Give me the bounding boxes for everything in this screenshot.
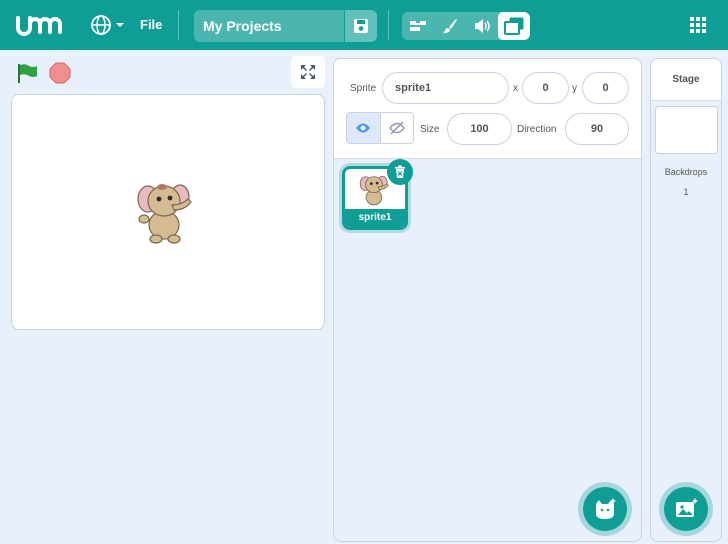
fullscreen-button[interactable]	[291, 56, 325, 88]
apps-grid-icon[interactable]	[690, 17, 706, 33]
x-position-input[interactable]: 0	[522, 72, 569, 104]
add-backdrop-icon	[676, 498, 698, 517]
hide-sprite-button[interactable]	[379, 113, 413, 143]
fullscreen-icon	[301, 65, 315, 79]
sprite-name-label: Sprite	[350, 83, 377, 94]
save-icon	[354, 19, 368, 33]
stage-thumbnail[interactable]	[655, 106, 718, 154]
brand-logo[interactable]	[14, 12, 70, 38]
sound-mode-button[interactable]	[466, 12, 498, 40]
file-menu[interactable]: File	[140, 17, 162, 32]
visibility-toggle	[346, 112, 414, 144]
stage-canvas[interactable]	[11, 94, 325, 330]
delete-sprite-button[interactable]	[387, 159, 413, 185]
costume-mode-button[interactable]	[434, 12, 466, 40]
direction-input[interactable]: 90	[565, 113, 629, 145]
size-input[interactable]: 100	[447, 113, 512, 145]
code-blocks-icon	[410, 21, 426, 31]
x-label: x	[513, 83, 518, 94]
language-globe-icon[interactable]	[90, 14, 126, 36]
choose-sprite-button[interactable]	[583, 487, 627, 531]
sprite-name-input[interactable]: sprite1	[382, 72, 509, 104]
y-label: y	[572, 83, 577, 94]
code-mode-button[interactable]	[402, 12, 434, 40]
editor-mode-switcher	[402, 12, 530, 40]
elephant-sprite[interactable]	[136, 177, 196, 245]
show-sprite-button[interactable]	[347, 113, 380, 143]
stage-title: Stage	[651, 59, 721, 101]
sprite-tile-label: sprite1	[345, 209, 405, 227]
sprite-info-panel: Sprite sprite1 x 0 y 0 Size 100 Directio…	[334, 59, 641, 159]
stage-selector[interactable]: Stage Backdrops 1	[650, 58, 722, 542]
sprite-pane: Sprite sprite1 x 0 y 0 Size 100 Directio…	[333, 58, 642, 542]
stop-sign-icon[interactable]	[49, 62, 71, 84]
add-sprite-cat-icon	[596, 498, 616, 519]
direction-label: Direction	[517, 124, 557, 135]
menu-bar: File My Projects	[0, 0, 728, 50]
backdrop-layers-icon	[504, 17, 524, 35]
y-position-input[interactable]: 0	[582, 72, 629, 104]
eye-off-icon	[389, 121, 405, 135]
backdrop-mode-button[interactable]	[498, 12, 530, 40]
speaker-icon	[475, 19, 490, 33]
paintbrush-icon	[443, 19, 457, 33]
choose-backdrop-button[interactable]	[664, 487, 708, 531]
divider	[388, 10, 389, 40]
project-title-field[interactable]: My Projects	[194, 10, 344, 42]
backdrops-label: Backdrops	[664, 167, 708, 177]
divider	[178, 10, 179, 40]
sprite-thumbnail	[359, 175, 389, 206]
eye-icon	[356, 123, 371, 133]
size-label: Size	[420, 124, 440, 135]
save-button[interactable]	[345, 10, 377, 42]
trash-icon	[395, 165, 405, 178]
green-flag-icon[interactable]	[16, 62, 38, 84]
backdrops-count: 1	[683, 187, 689, 197]
